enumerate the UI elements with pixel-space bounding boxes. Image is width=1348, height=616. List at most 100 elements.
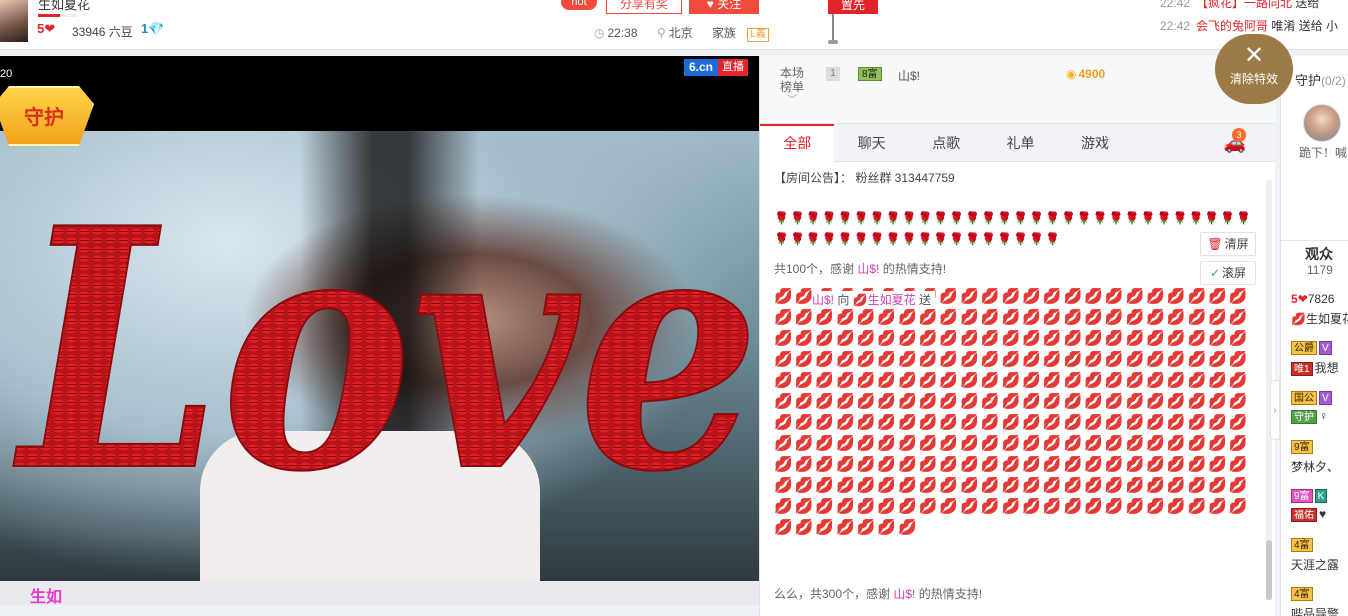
rank-badge: 唯1 (1291, 362, 1313, 376)
love-gift-effect: Love (10, 155, 759, 545)
send-mid: 向 (834, 293, 853, 307)
top-bar: 生如夏花 5❤ 33946 六豆 1💎 hot 分享有奖 ♥ 关注 ◷ 22:38… (0, 0, 1348, 50)
audience-item[interactable]: 4富 (1291, 537, 1315, 552)
diamond-level: 1💎 (141, 21, 164, 37)
audience-item[interactable]: 福佑 ♥ (1291, 507, 1326, 522)
message-user[interactable]: 会飞的兔阿哥 (1196, 19, 1268, 33)
wealth-badge: 9富 (1291, 489, 1313, 503)
clear-screen-button[interactable]: 🗑 清屏 (1200, 232, 1256, 256)
family-item[interactable]: 家族 L義 (712, 26, 777, 42)
receiver-user[interactable]: 生如夏花 (868, 293, 916, 307)
thanks-user[interactable]: 山$! (857, 262, 879, 276)
chevron-down-icon: ﹀ (787, 95, 797, 106)
scroll-screen-button[interactable]: ✓ 滚屏 (1200, 261, 1256, 285)
rank-toggle[interactable]: 本场 榜单 ﹀ (778, 66, 806, 108)
guard-avatar[interactable] (1303, 104, 1341, 142)
top-message-1: 22:42 【疯花】一路向北 送给 (1160, 0, 1319, 11)
audience-level: 5 (1291, 292, 1298, 306)
tab-games[interactable]: 游戏 (1058, 124, 1132, 162)
noble-badge: 公爵 (1291, 341, 1317, 355)
guard-title-text: 守护 (1295, 73, 1322, 88)
audience-name: 生如夏花 (1305, 312, 1348, 326)
rank-number: 1 (826, 67, 840, 81)
thanks-suffix: 的热情支持! (879, 262, 947, 276)
message-time: 22:42 (1160, 0, 1191, 10)
family-badge: L義 (747, 28, 769, 42)
tab-song[interactable]: 点歌 (909, 124, 983, 162)
heart-icon: ♥ (706, 0, 714, 11)
tab-car[interactable]: 🚗 3 (1132, 124, 1276, 162)
video-player[interactable]: 20 守护 6.cn 直播 Love 生如 (0, 56, 759, 605)
thanks-message-2: 么么，共300个，感谢 山$! 的热情支持! (774, 585, 982, 602)
beans-count: 33946 六豆 (72, 25, 133, 39)
thanks-prefix: 么么，共300个，感谢 (774, 587, 894, 601)
guard-role-badge: 守护 (1291, 410, 1317, 424)
tab-gifts[interactable]: 礼单 (983, 124, 1057, 162)
wealth-badge: 4富 (1291, 587, 1313, 601)
lips-icon: 💋 (852, 293, 868, 307)
sender-user[interactable]: 山$! (812, 293, 834, 307)
location-pin-icon: ⚲ (656, 26, 666, 40)
coin-icon: ◉ (1066, 67, 1077, 81)
thanks-user[interactable]: 山$! (893, 587, 915, 601)
guard-message: 跪下！喊 (1299, 146, 1348, 160)
video-bottom-text: 生如 (30, 589, 63, 605)
female-icon: ♀ (1319, 409, 1328, 423)
tab-chat[interactable]: 聊天 (834, 124, 908, 162)
audience-item[interactable]: 守护 ♀ (1291, 409, 1328, 424)
audience-item[interactable]: 9富 K (1291, 488, 1329, 503)
audience-item[interactable]: 💋生如夏花 (1291, 310, 1348, 327)
message-time: 22:42 (1160, 19, 1191, 33)
anchor-avatar[interactable] (0, 0, 28, 42)
audience-item[interactable]: 国公 V (1291, 390, 1334, 405)
love-effect-text: Love (11, 156, 759, 544)
audience-item[interactable]: 公爵 V (1291, 340, 1334, 355)
rose-gift-flood: 🌹🌹🌹🌹🌹🌹🌹🌹🌹🌹🌹🌹🌹🌹🌹🌹🌹🌹🌹🌹🌹🌹🌹🌹🌹🌹🌹🌹🌹🌹🌹🌹🌹🌹🌹🌹🌹🌹🌹🌹… (774, 211, 1253, 246)
rank-label-line2: 榜单 (779, 80, 804, 94)
message-user[interactable]: 【疯花】一路向北 (1196, 0, 1292, 10)
chat-scrollbar-thumb[interactable] (1266, 540, 1272, 600)
share-button[interactable]: 分享有奖 (606, 0, 682, 14)
trash-icon: 🗑 (1207, 237, 1223, 251)
thanks-suffix: 的热情支持! (915, 587, 983, 601)
follow-button[interactable]: ♥ 关注 (689, 0, 759, 14)
audience-item[interactable]: 天涯之露 (1291, 556, 1339, 573)
audience-item[interactable]: 唯1 我想 (1291, 359, 1339, 376)
rank-label-line1: 本场 (779, 66, 804, 80)
audience-item[interactable]: 梦林夕、 (1291, 458, 1339, 475)
clear-effects-label: 清除特效 (1229, 72, 1278, 86)
audience-item[interactable]: 9富 (1291, 439, 1315, 454)
audience-item[interactable]: 哔品导警 (1291, 605, 1339, 616)
anchor-name[interactable]: 生如夏花 (38, 0, 90, 13)
thanks-message-1: 共100个，感谢 山$! 的热情支持! (774, 260, 946, 277)
scroll-screen-label: 滚屏 (1222, 266, 1247, 280)
chat-panel: 本场 榜单 ﹀ 1 8富 山$! ◉ 4900 全部 聊天 点歌 礼单 游戏 🚗 … (759, 56, 1276, 616)
vip-badge: V (1319, 391, 1332, 405)
rank-user[interactable]: 山$! (898, 67, 920, 84)
clear-effects-button[interactable]: ✕ 清除特效 (1215, 34, 1293, 104)
room-notice: 【房间公告】： 粉丝群 313447759 (774, 171, 955, 185)
lips-gift-flood: 💋💋💋💋💋💋💋💋💋💋💋💋💋💋💋💋💋💋💋💋💋💋💋💋💋💋💋💋💋💋💋💋💋💋💋💋💋💋💋💋… (774, 288, 1250, 536)
tab-all[interactable]: 全部 (760, 124, 835, 162)
close-icon: ✕ (1243, 42, 1265, 69)
video-bottom-bar: 生如 (0, 581, 759, 605)
message-action: 唯淆 送给 小 (1271, 19, 1339, 33)
heart-icon: ❤ (1297, 292, 1308, 306)
check-circle-icon: ✓ (1209, 266, 1221, 280)
audience-count: 1179 (1307, 263, 1333, 277)
lips-icon: 💋 (1291, 312, 1306, 326)
right-column: 守护(0/2) 跪下！喊 观众 1179 5❤7826 💋生如夏花 公爵V 唯1… (1280, 56, 1348, 616)
pin-flag[interactable]: 置先 (828, 0, 878, 14)
level-progress-bar (38, 14, 78, 17)
audience-name: 天涯之露 (1291, 558, 1340, 572)
chevron-right-icon: › (1273, 405, 1277, 416)
collapse-handle[interactable]: › (1270, 380, 1280, 440)
audience-title: 观众 (1305, 246, 1333, 262)
heart-icon: ❤ (44, 21, 56, 36)
guard-section-title: 守护(0/2) (1295, 70, 1346, 89)
audience-item[interactable]: 4富 (1291, 586, 1315, 601)
rich-level: 5❤ (37, 21, 55, 37)
audience-item[interactable]: 5❤7826 (1291, 292, 1334, 306)
time-item: ◷ 22:38 (594, 26, 646, 40)
hot-tag: hot (561, 0, 597, 10)
